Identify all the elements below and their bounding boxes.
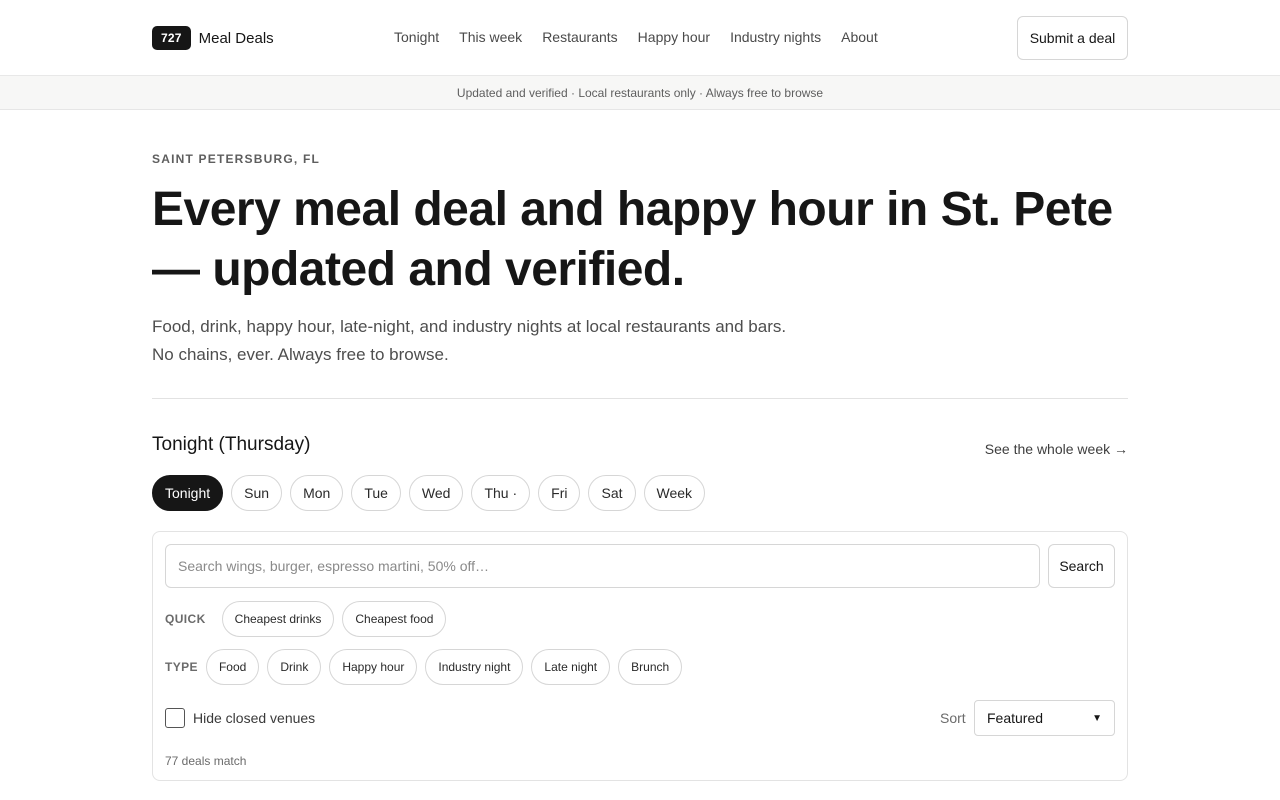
sort-select[interactable]: Featured ▼ (974, 700, 1115, 736)
location-eyebrow: SAINT PETERSBURG, FL (152, 152, 321, 166)
search-button[interactable]: Search (1048, 544, 1115, 588)
day-tab-tue[interactable]: Tue (351, 475, 401, 511)
nav-link-happy-hour[interactable]: Happy hour (638, 29, 710, 45)
sort-label: Sort (940, 710, 966, 726)
day-tab-mon[interactable]: Mon (290, 475, 344, 511)
see-week-link[interactable]: See the whole week → (985, 441, 1128, 457)
type-filter-row: TYPE Food Drink Happy hour Industry nigh… (165, 649, 683, 685)
chip-food[interactable]: Food (205, 649, 260, 685)
chip-cheapest-food[interactable]: Cheapest food (342, 601, 447, 637)
hide-closed-toggle[interactable]: Hide closed venues (165, 708, 315, 728)
search-input[interactable] (165, 544, 1040, 588)
brand-name: Meal Deals (198, 29, 274, 47)
nav-link-restaurants[interactable]: Restaurants (542, 29, 617, 45)
nav-link-this-week[interactable]: This week (459, 29, 522, 45)
type-label: TYPE (165, 660, 198, 674)
day-tab-fri[interactable]: Fri (538, 475, 581, 511)
page-title: Every meal deal and happy hour in St. Pe… (152, 183, 1113, 296)
info-strip: Updated and verified · Local restaurants… (0, 76, 1280, 110)
hide-closed-label: Hide closed venues (193, 710, 316, 726)
chevron-down-icon: ▼ (1092, 712, 1102, 724)
sort-value: Featured (987, 710, 1044, 726)
day-tab-sat[interactable]: Sat (588, 475, 636, 511)
results-count: 77 deals match (165, 754, 247, 768)
section-title: Tonight (Thursday) (152, 434, 311, 455)
chip-late-night[interactable]: Late night (531, 649, 611, 685)
day-tab-wed[interactable]: Wed (408, 475, 464, 511)
nav-link-tonight[interactable]: Tonight (394, 29, 439, 45)
brand-badge: 727 (152, 26, 191, 50)
hero-subtitle: Food, drink, happy hour, late-night, and… (152, 313, 786, 369)
nav-link-industry-nights[interactable]: Industry nights (730, 29, 821, 45)
hero-subtitle-line-1: Food, drink, happy hour, late-night, and… (152, 317, 787, 336)
chip-happy-hour[interactable]: Happy hour (329, 649, 418, 685)
chip-brunch[interactable]: Brunch (618, 649, 683, 685)
section-divider (152, 398, 1128, 399)
chip-industry-night[interactable]: Industry night (425, 649, 524, 685)
day-tab-thu[interactable]: Thu · (471, 475, 531, 511)
day-tab-sun[interactable]: Sun (231, 475, 283, 511)
day-tab-tonight[interactable]: Tonight (152, 475, 224, 511)
nav-link-about[interactable]: About (841, 29, 878, 45)
quick-filter-row: QUICK Cheapest drinks Cheapest food (165, 601, 447, 637)
submit-deal-button[interactable]: Submit a deal (1017, 16, 1128, 60)
brand-logo[interactable]: 727 Meal Deals (152, 26, 274, 50)
day-selector: Tonight Sun Mon Tue Wed Thu · Fri Sat We… (152, 475, 706, 511)
hero-subtitle-line-2: No chains, ever. Always free to browse. (152, 345, 449, 364)
hide-closed-checkbox[interactable] (165, 708, 185, 728)
chip-cheapest-drinks[interactable]: Cheapest drinks (221, 601, 335, 637)
quick-label: QUICK (165, 612, 206, 626)
site-header: 727 Meal Deals Tonight This week Restaur… (0, 0, 1280, 76)
filter-panel: Search QUICK Cheapest drinks Cheapest fo… (152, 531, 1128, 781)
main-nav: Tonight This week Restaurants Happy hour… (394, 29, 878, 45)
chip-drink[interactable]: Drink (267, 649, 322, 685)
day-tab-week[interactable]: Week (643, 475, 706, 511)
